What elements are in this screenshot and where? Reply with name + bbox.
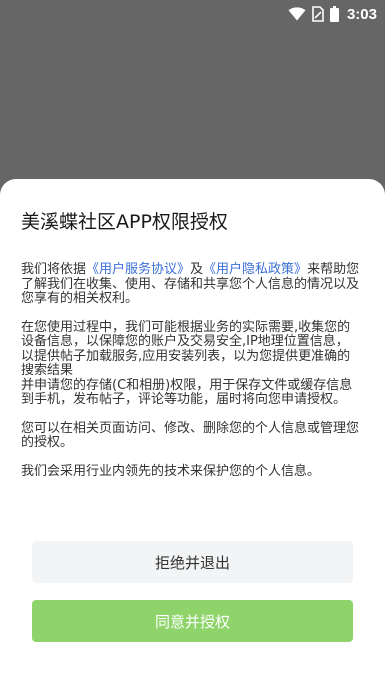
permission-dialog: 美溪蝶社区APP权限授权 我们将依据《用户服务协议》及《用户隐私政策》来帮助您了… bbox=[0, 179, 385, 684]
reject-exit-button[interactable]: 拒绝并退出 bbox=[32, 541, 353, 583]
service-agreement-link[interactable]: 《用户服务协议》 bbox=[86, 262, 190, 277]
agree-authorize-button[interactable]: 同意并授权 bbox=[32, 600, 353, 642]
intro-and: 及 bbox=[190, 262, 204, 277]
dialog-body: 我们将依据《用户服务协议》及《用户隐私政策》来帮助您了解我们在收集、使用、存储和… bbox=[21, 262, 361, 493]
status-icons: 3:03 bbox=[288, 4, 377, 24]
privacy-policy-link[interactable]: 《用户隐私政策》 bbox=[203, 262, 307, 277]
wifi-icon bbox=[288, 7, 306, 21]
dialog-title: 美溪蝶社区APP权限授权 bbox=[21, 211, 228, 233]
sim-no-signal-icon bbox=[312, 6, 324, 22]
status-bar: 3:03 bbox=[0, 0, 385, 28]
storage-permission-paragraph: 并申请您的存储(C和相册)权限，用于保存文件或缓存信息到手机，发布帖子，评论等功… bbox=[21, 377, 353, 407]
battery-icon bbox=[329, 6, 339, 22]
status-time: 3:03 bbox=[346, 5, 377, 23]
manage-data-paragraph: 您可以在相关页面访问、修改、删除您的个人信息或管理您的授权。 bbox=[21, 420, 360, 450]
intro-prefix: 我们将依据 bbox=[21, 262, 87, 277]
device-info-paragraph: 在您使用过程中，我们可能根据业务的实际需要,收集您的设备信息，以保障您的账户及交… bbox=[21, 319, 351, 378]
intro-paragraph: 我们将依据《用户服务协议》及《用户隐私政策》来帮助您了解我们在收集、使用、存储和… bbox=[21, 262, 361, 307]
security-paragraph: 我们会采用行业内领先的技术来保护您的个人信息。 bbox=[21, 463, 321, 479]
